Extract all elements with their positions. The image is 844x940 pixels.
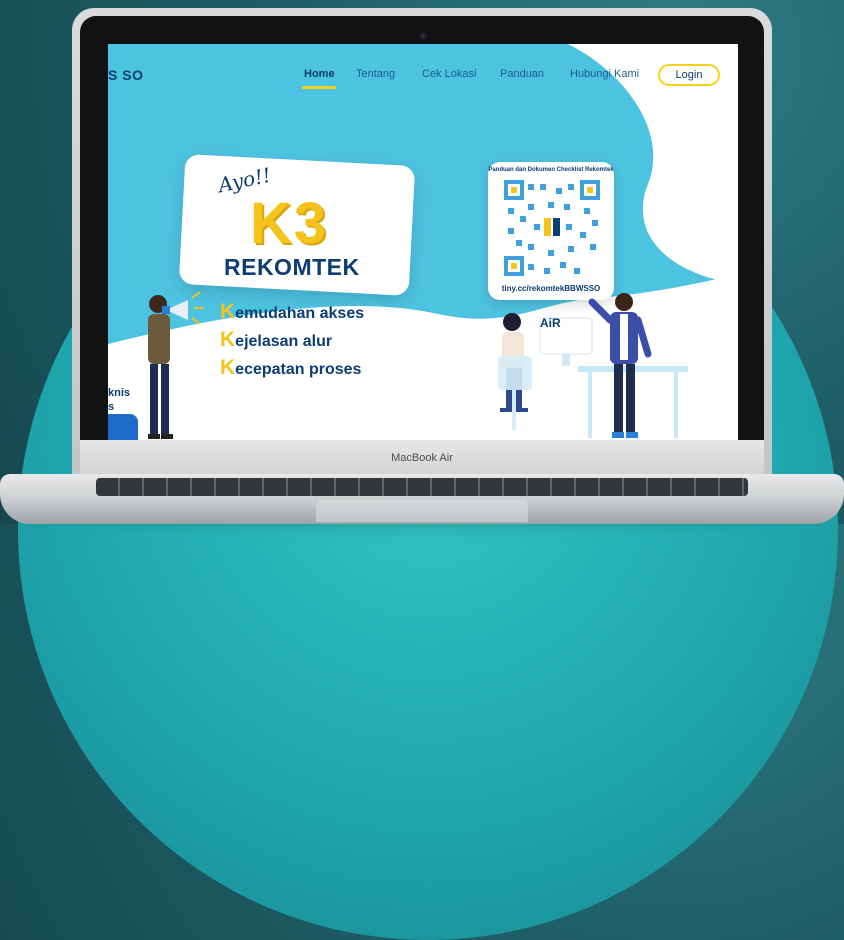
qr-title: Panduan dan Dokumen Checklist Rekomtek <box>488 167 614 173</box>
feature-initial: K <box>220 300 236 323</box>
laptop-trackpad <box>316 500 528 522</box>
feature-initial: K <box>220 356 236 379</box>
feature-text: ecepatan proses <box>235 361 362 378</box>
feature-initial: K <box>220 328 236 351</box>
pu-logo-icon <box>540 216 564 240</box>
laptop-keyboard <box>96 478 748 496</box>
office-scene-illustration <box>498 293 688 438</box>
laptop-model-label: MacBook Air <box>391 452 453 464</box>
feature-kecepatan: Kecepatan proses <box>220 356 361 380</box>
megaphone-person-illustration <box>148 291 204 439</box>
camera-icon <box>419 32 427 40</box>
air-logo-icon: AiR <box>540 316 561 330</box>
hero-layer: Ayo!! K3 REKOMTEK Kemudahan akses Kejela… <box>108 44 738 440</box>
k3-heading: K3 <box>250 191 329 256</box>
feature-text: ejelasan alur <box>235 333 333 350</box>
qr-code-icon[interactable] <box>504 180 600 276</box>
feature-kemudahan: Kemudahan akses <box>220 300 364 324</box>
feature-text: emudahan akses <box>235 305 365 322</box>
feature-kejelasan: Kejelasan alur <box>220 328 332 352</box>
rekomtek-heading: REKOMTEK <box>224 254 360 280</box>
